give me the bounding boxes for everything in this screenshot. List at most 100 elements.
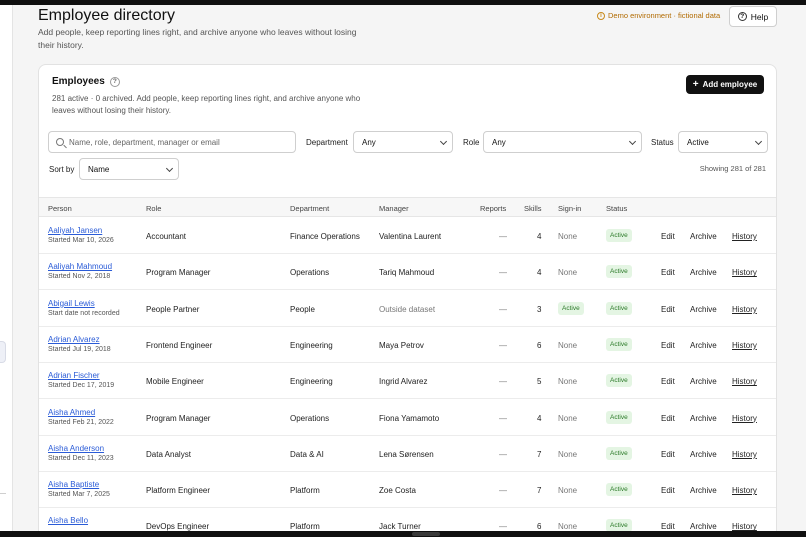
reports-value: — <box>499 486 507 496</box>
person-name-link[interactable]: Aaliyah Jansen <box>48 226 102 235</box>
status-select[interactable]: Active <box>678 131 768 153</box>
column-header: Status <box>606 204 628 213</box>
table-row: Adrian Alvarez Started Jul 19, 2018 Fronte… <box>39 327 776 363</box>
department-value: Finance Operations <box>290 232 360 241</box>
edit-button[interactable]: Edit <box>661 305 675 314</box>
manager-value: Outside dataset <box>379 304 436 314</box>
signin-value: None <box>558 268 578 278</box>
role-value: People Partner <box>146 304 200 314</box>
employees-card: Employees ? 281 active · 0 archived. Add… <box>38 64 777 537</box>
manager-value: Tariq Mahmoud <box>379 268 435 278</box>
manager-value: Valentina Laurent <box>379 232 442 241</box>
history-link[interactable]: History <box>732 486 757 495</box>
role-value: Accountant <box>146 232 187 241</box>
manager-value: Maya Petrov <box>379 340 424 350</box>
status-badge: Active <box>606 265 632 279</box>
history-link[interactable]: History <box>732 305 757 314</box>
search-input[interactable] <box>69 137 289 147</box>
skills-value: 7 <box>537 449 542 459</box>
reports-value: — <box>499 449 507 459</box>
person-name-link[interactable]: Adrian Alvarez <box>48 335 100 344</box>
archive-button[interactable]: Archive <box>690 232 717 241</box>
person-name-link[interactable]: Aisha Baptiste <box>48 480 99 489</box>
status-badge: Active <box>606 229 632 242</box>
role-value: Program Manager <box>146 268 211 278</box>
person-name-link[interactable]: Abigail Lewis <box>48 299 95 308</box>
edit-button[interactable]: Edit <box>661 414 675 423</box>
person-name-link[interactable]: Aaliyah Mahmoud <box>48 262 112 271</box>
column-header: Sign-in <box>558 204 582 213</box>
card-description: 281 active · 0 archived. Add people, kee… <box>52 94 361 115</box>
reports-value: — <box>499 268 507 278</box>
page-title: Employee directory <box>38 7 175 24</box>
signin-value: None <box>558 413 578 423</box>
person-name-link[interactable]: Aisha Anderson <box>48 444 104 453</box>
department-value: Platform <box>290 486 320 496</box>
role-value: Platform Engineer <box>146 486 211 496</box>
column-header: Person <box>48 204 72 213</box>
history-link[interactable]: History <box>732 232 757 241</box>
sort-select[interactable]: Name <box>79 158 179 180</box>
edit-button[interactable]: Edit <box>661 377 675 386</box>
department-value: Engineering <box>290 377 333 387</box>
reports-value: — <box>499 377 507 387</box>
help-button[interactable]: ? Help <box>729 6 777 27</box>
archive-button[interactable]: Archive <box>690 450 717 459</box>
history-link[interactable]: History <box>732 414 757 423</box>
edit-button[interactable]: Edit <box>661 341 675 350</box>
history-link[interactable]: History <box>732 268 757 277</box>
table-header: Person Role Department Manager Reports S… <box>39 197 776 217</box>
role-value: Data Analyst <box>146 449 191 459</box>
reports-value: — <box>499 340 507 350</box>
sort-label: Sort by <box>49 165 75 174</box>
history-link[interactable]: History <box>732 450 757 459</box>
info-icon: i <box>597 11 605 20</box>
table-row: Aaliyah Mahmoud Started Nov 2, 2018 Progra… <box>39 254 776 291</box>
start-date: Started Dec 11, 2023 <box>48 454 114 462</box>
archive-button[interactable]: Archive <box>690 305 717 314</box>
bottom-bar <box>0 531 806 537</box>
person-name-link[interactable]: Adrian Fischer <box>48 371 100 380</box>
help-label: Help <box>750 11 769 22</box>
archive-button[interactable]: Archive <box>690 486 717 495</box>
rail-active-indicator[interactable] <box>0 341 6 363</box>
scroll-handle[interactable] <box>412 532 440 536</box>
person-name-link[interactable]: Aisha Bello <box>48 516 88 525</box>
card-title-label: Employees <box>52 76 105 87</box>
help-circle-icon[interactable]: ? <box>109 76 120 87</box>
archive-button[interactable]: Archive <box>690 414 717 423</box>
start-date: Started Jul 19, 2018 <box>48 345 111 353</box>
skills-value: 4 <box>537 268 542 278</box>
role-select[interactable]: Any <box>483 131 642 153</box>
history-link[interactable]: History <box>732 341 757 350</box>
edit-button[interactable]: Edit <box>661 232 675 241</box>
chevron-down-icon <box>628 137 637 146</box>
archive-button[interactable]: Archive <box>690 268 717 277</box>
table-row: Aisha Anderson Started Dec 11, 2023 Data A… <box>39 436 776 472</box>
skills-value: 6 <box>537 340 542 350</box>
edit-button[interactable]: Edit <box>661 486 675 495</box>
signin-value: None <box>558 449 578 459</box>
archive-button[interactable]: Archive <box>690 341 717 350</box>
archive-button[interactable]: Archive <box>690 377 717 386</box>
status-badge: Active <box>606 337 632 351</box>
manager-value: Ingrid Alvarez <box>379 377 428 387</box>
edit-button[interactable]: Edit <box>661 450 675 459</box>
history-link[interactable]: History <box>732 377 757 386</box>
signin-value: None <box>558 340 578 350</box>
table-row: Aaliyah Jansen Started Mar 10, 2026 Accoun… <box>39 218 776 254</box>
rail-divider <box>0 493 6 494</box>
person-name-link[interactable]: Aisha Ahmed <box>48 408 95 417</box>
add-employee-button[interactable]: + Add employee <box>686 75 764 94</box>
role-label: Role <box>463 138 480 147</box>
start-date: Start date not recorded <box>48 309 120 317</box>
column-header: Department <box>290 204 330 213</box>
column-header: Reports <box>480 204 507 213</box>
department-select-value: Any <box>362 137 376 147</box>
add-employee-label: Add employee <box>702 80 758 89</box>
department-select[interactable]: Any <box>353 131 453 153</box>
edit-button[interactable]: Edit <box>661 268 675 277</box>
status-label: Status <box>651 138 674 147</box>
department-value: Operations <box>290 268 330 278</box>
card-title: Employees ? <box>52 76 120 87</box>
